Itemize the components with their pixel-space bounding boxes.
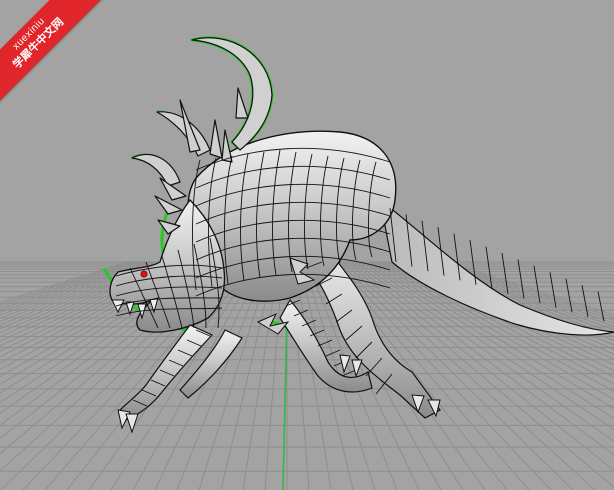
isocurve [485, 246, 493, 290]
isocurve [325, 349, 341, 357]
isocurve [549, 272, 557, 308]
isocurve [533, 265, 541, 304]
isocurve [317, 339, 333, 347]
isocurve [581, 285, 589, 317]
isocurve [517, 259, 525, 299]
eye-point [140, 270, 148, 278]
tail-surface [379, 198, 614, 336]
isocurve [565, 278, 573, 313]
isocurve [597, 291, 605, 322]
perspective-viewport[interactable]: xuexiniu 学犀牛中文网 [0, 0, 614, 490]
isocurve [501, 252, 509, 295]
creature-model[interactable] [0, 0, 614, 490]
